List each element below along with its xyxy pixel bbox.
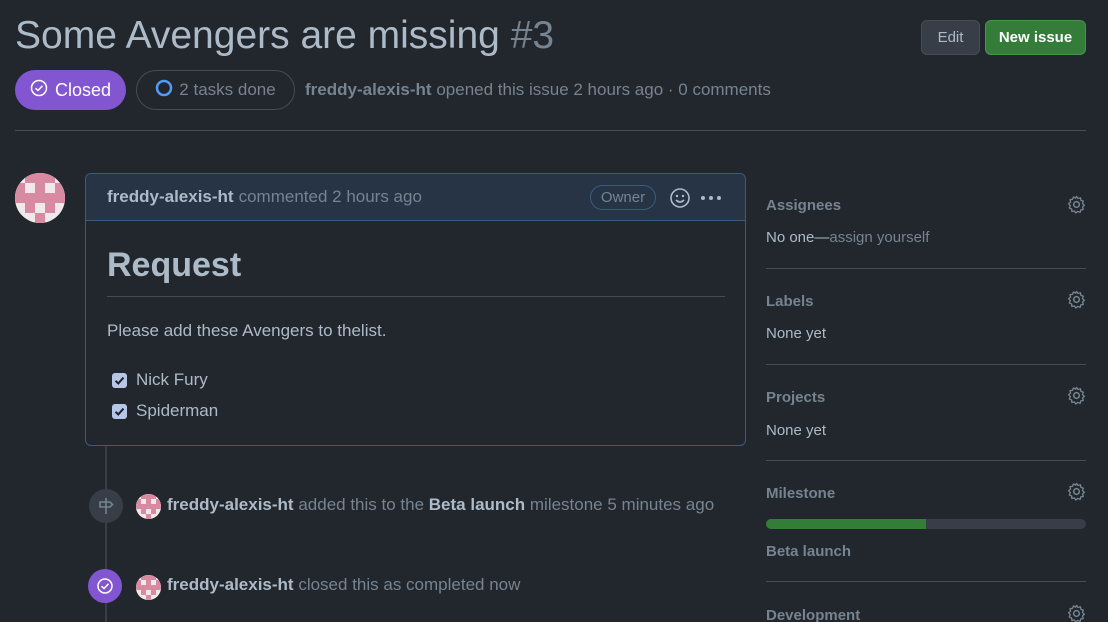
gear-icon[interactable] bbox=[1067, 290, 1086, 314]
task-label: Spiderman bbox=[136, 401, 219, 420]
comment-box: freddy-alexis-ht commented 2 hours ago O… bbox=[85, 173, 746, 446]
sidebar-labels-heading[interactable]: Labels bbox=[766, 293, 1086, 310]
gear-icon[interactable] bbox=[1067, 386, 1086, 410]
avatar[interactable] bbox=[136, 494, 161, 519]
gear-icon[interactable] bbox=[1067, 482, 1086, 506]
issue-state-label: Closed bbox=[54, 79, 112, 100]
sidebar-projects-heading[interactable]: Projects bbox=[766, 389, 1086, 406]
heading-rule bbox=[107, 296, 725, 297]
sidebar-development-heading[interactable]: Development bbox=[766, 607, 1086, 622]
milestone-progress-bar bbox=[766, 519, 1086, 529]
avatar[interactable] bbox=[15, 173, 65, 223]
sidebar-milestone-heading[interactable]: Milestone bbox=[766, 485, 1086, 502]
projects-value: None yet bbox=[766, 422, 827, 439]
task-item: Nick Fury bbox=[112, 370, 208, 390]
kebab-menu-icon[interactable] bbox=[699, 187, 723, 214]
sidebar-divider bbox=[766, 268, 1086, 269]
edit-button[interactable]: Edit bbox=[921, 20, 980, 55]
milestone-icon bbox=[89, 489, 123, 523]
issue-state-badge: Closed bbox=[15, 70, 126, 110]
milestone-link[interactable]: Beta launch bbox=[429, 495, 525, 514]
gear-icon[interactable] bbox=[1067, 604, 1086, 622]
task-checkbox[interactable] bbox=[112, 372, 127, 388]
event-time: milestone 5 minutes ago bbox=[529, 495, 715, 514]
issue-author-link[interactable]: freddy-alexis-ht bbox=[305, 80, 432, 99]
progress-ring-icon bbox=[155, 79, 173, 102]
issue-opened-text: opened this issue 2 hours ago · 0 commen… bbox=[436, 80, 771, 99]
issue-meta: freddy-alexis-ht opened this issue 2 hou… bbox=[305, 80, 771, 100]
timeline-event-closed: freddy-alexis-ht closed this as complete… bbox=[167, 575, 520, 595]
smiley-icon[interactable] bbox=[669, 187, 691, 214]
assignees-value: No one—assign yourself bbox=[766, 229, 1086, 246]
event-text: closed this as completed now bbox=[298, 575, 521, 594]
sidebar-assignees-heading[interactable]: Assignees bbox=[766, 197, 1086, 214]
avatar[interactable] bbox=[136, 575, 161, 600]
comment-heading: Request bbox=[107, 246, 242, 284]
issue-title: Some Avengers are missing #3 bbox=[15, 14, 554, 58]
new-issue-button[interactable]: New issue bbox=[985, 20, 1086, 55]
milestone-link[interactable]: Beta launch bbox=[766, 543, 1086, 560]
issue-title-text: Some Avengers are missing bbox=[15, 14, 500, 57]
comment-time: commented 2 hours ago bbox=[238, 187, 422, 206]
comment-paragraph: Please add these Avengers to thelist. bbox=[107, 321, 387, 340]
sidebar-divider bbox=[766, 460, 1086, 461]
event-actor-link[interactable]: freddy-alexis-ht bbox=[167, 495, 294, 514]
assignees-none-text: No one— bbox=[766, 229, 830, 246]
owner-badge: Owner bbox=[590, 185, 656, 210]
sidebar-divider bbox=[766, 364, 1086, 365]
task-checkbox[interactable] bbox=[112, 403, 127, 419]
header-divider bbox=[15, 130, 1086, 131]
gear-icon[interactable] bbox=[1067, 195, 1086, 219]
task-item: Spiderman bbox=[112, 401, 218, 421]
check-circle-icon bbox=[30, 79, 48, 102]
timeline-event-milestone: freddy-alexis-ht added this to the Beta … bbox=[167, 495, 714, 515]
event-text: added this to the bbox=[298, 495, 425, 514]
task-label: Nick Fury bbox=[136, 370, 208, 389]
assign-yourself-link[interactable]: assign yourself bbox=[829, 229, 929, 246]
tasks-progress-badge[interactable]: 2 tasks done bbox=[136, 70, 295, 110]
event-actor-link[interactable]: freddy-alexis-ht bbox=[167, 575, 294, 594]
sidebar-divider bbox=[766, 581, 1086, 582]
tasks-progress-label: 2 tasks done bbox=[179, 80, 276, 99]
issue-number: #3 bbox=[510, 14, 555, 57]
comment-author-link[interactable]: freddy-alexis-ht bbox=[107, 187, 234, 207]
comment-header: freddy-alexis-ht commented 2 hours ago O… bbox=[86, 174, 745, 221]
labels-value: None yet bbox=[766, 325, 827, 342]
milestone-progress-fill bbox=[766, 519, 926, 529]
check-circle-icon bbox=[88, 569, 122, 603]
